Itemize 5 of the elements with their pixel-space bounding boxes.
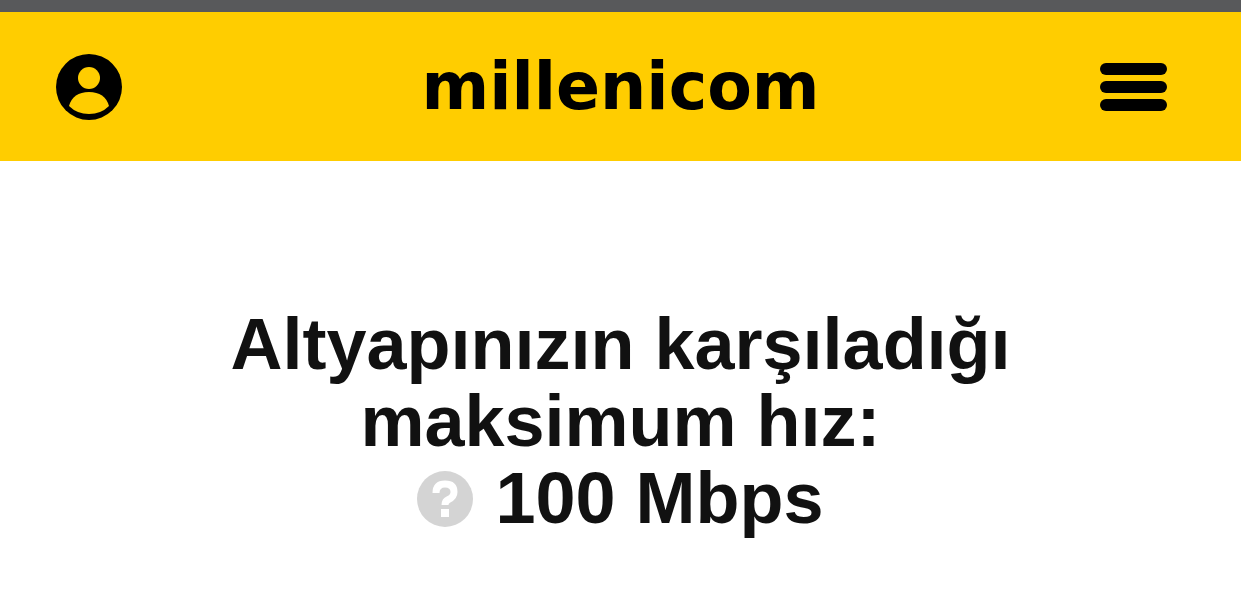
menu-icon[interactable] <box>1100 62 1167 111</box>
speed-heading: Altyapınızın karşıladığı maksimum hız: <box>229 306 1012 460</box>
user-icon[interactable] <box>56 53 122 120</box>
logo[interactable]: millenicom <box>421 54 820 119</box>
speed-value: 100 Mbps <box>495 460 824 537</box>
